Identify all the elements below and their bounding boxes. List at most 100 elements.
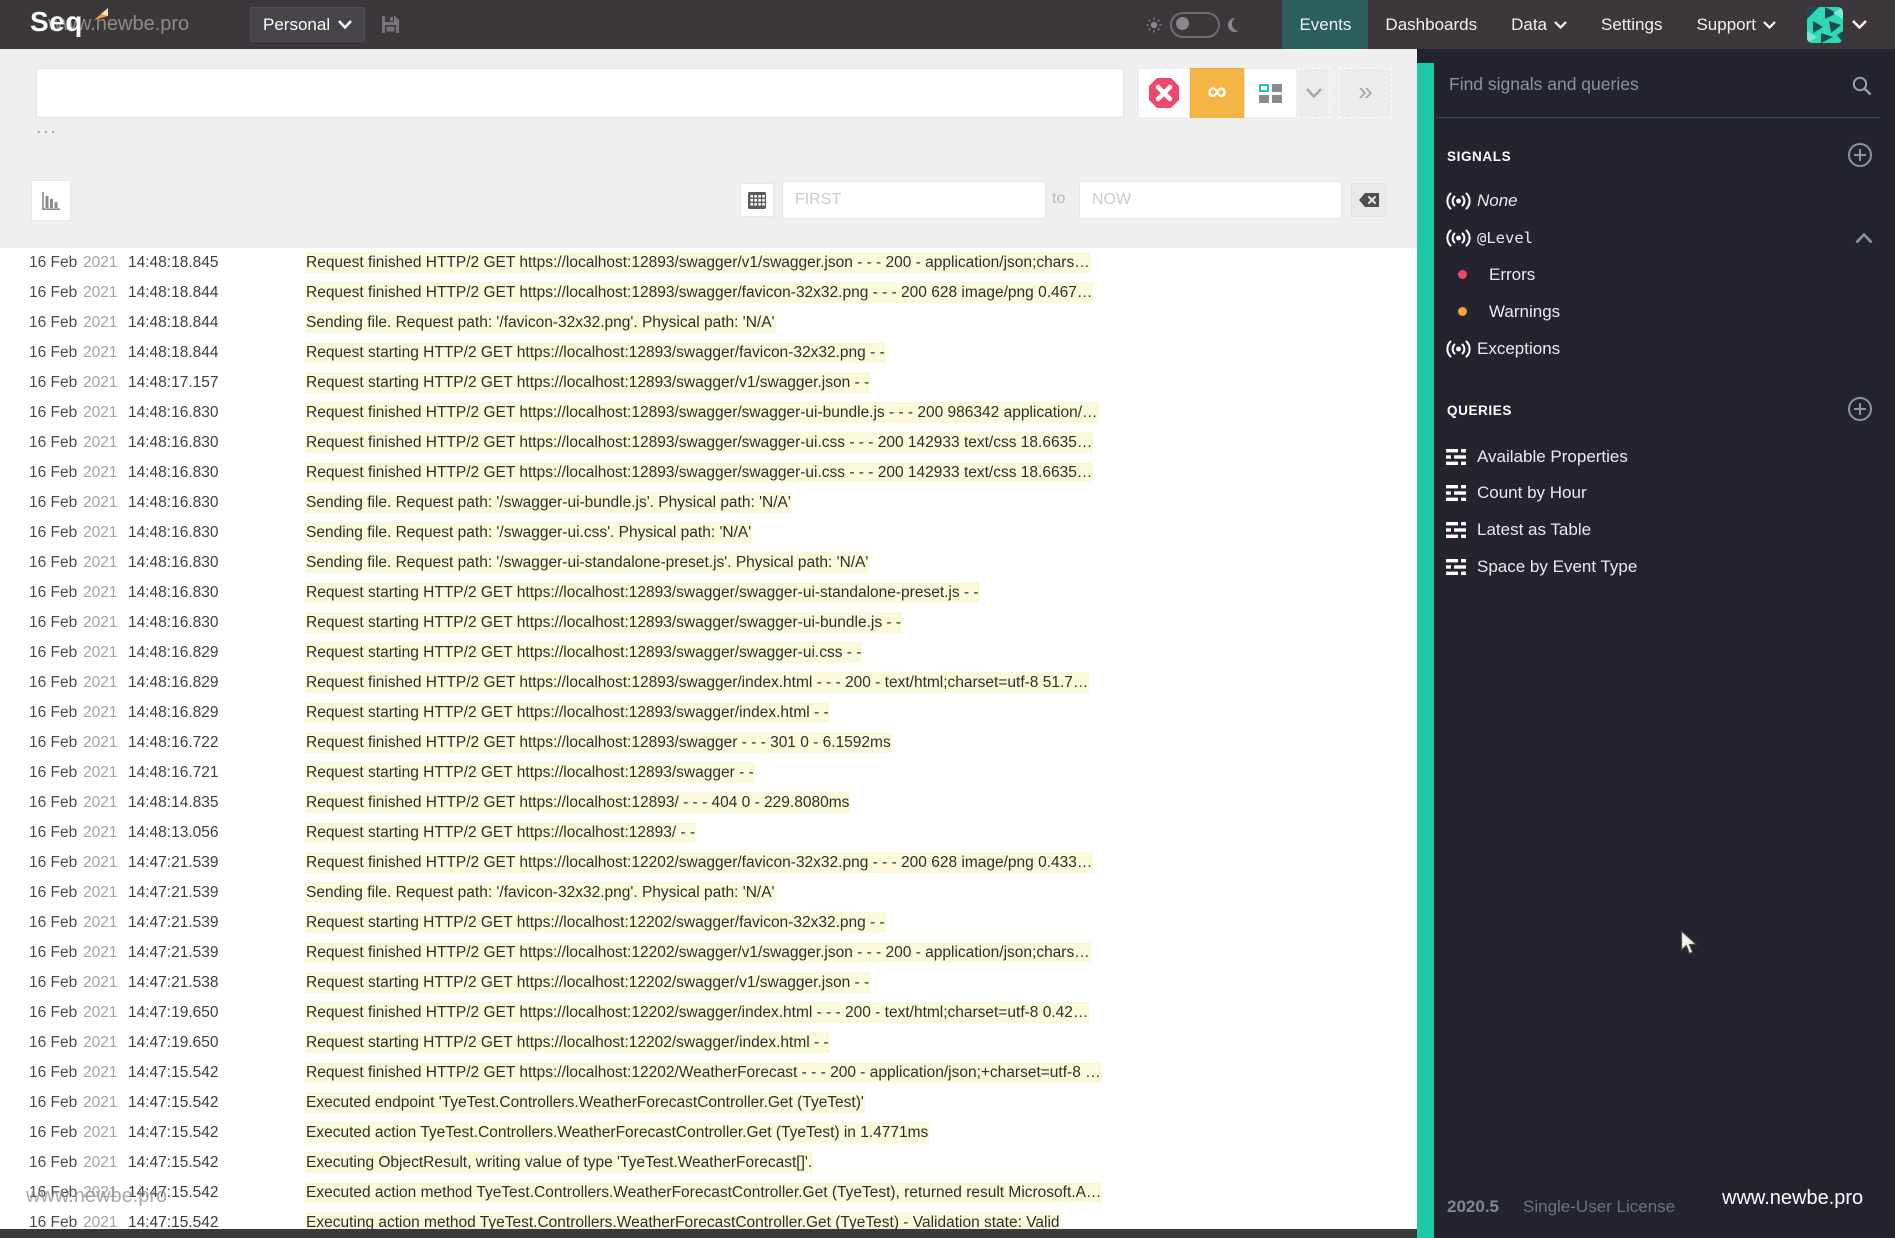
log-event-row[interactable]: 16 Feb 2021 14:47:15.542 Executing Objec… — [0, 1148, 1417, 1178]
signal-item-warnings[interactable]: Warnings — [1417, 293, 1895, 330]
query-item-latest-as-table[interactable]: Latest as Table — [1417, 511, 1895, 548]
chevron-down-icon — [1763, 20, 1776, 29]
log-event-row[interactable]: 16 Feb 2021 14:48:13.056 Request startin… — [0, 818, 1417, 848]
event-year: 2021 — [83, 1004, 118, 1021]
event-year: 2021 — [83, 794, 118, 811]
go-forward-button[interactable]: » — [1339, 68, 1392, 118]
query-item-space-by-event-type[interactable]: Space by Event Type — [1417, 548, 1895, 585]
event-date: 16 Feb — [29, 404, 78, 421]
range-from-input[interactable] — [782, 181, 1046, 219]
event-year: 2021 — [83, 254, 118, 271]
log-event-row[interactable]: 16 Feb 2021 14:48:16.830 Sending file. R… — [0, 548, 1417, 578]
event-list: 16 Feb 2021 14:48:18.845 Request finishe… — [0, 248, 1417, 1238]
search-icon — [1851, 75, 1873, 102]
expand-ellipsis[interactable]: ... — [36, 117, 58, 139]
top-bar: www.newbe.pro Seq Personal Events Dashbo… — [0, 0, 1895, 49]
avatar — [1807, 6, 1843, 43]
signal-item-errors[interactable]: Errors — [1417, 256, 1895, 293]
query-item-available-properties[interactable]: Available Properties — [1417, 438, 1895, 475]
log-event-row[interactable]: 16 Feb 2021 14:47:21.538 Request startin… — [0, 968, 1417, 998]
log-event-row[interactable]: 16 Feb 2021 14:47:21.539 Request finishe… — [0, 938, 1417, 968]
add-signal-button[interactable] — [1847, 142, 1873, 173]
log-event-row[interactable]: 16 Feb 2021 14:48:16.830 Sending file. R… — [0, 488, 1417, 518]
log-event-row[interactable]: 16 Feb 2021 14:48:18.844 Request finishe… — [0, 278, 1417, 308]
event-message: Request finished HTTP/2 GET https://loca… — [305, 1062, 1102, 1083]
log-event-row[interactable]: 16 Feb 2021 14:47:19.650 Request finishe… — [0, 998, 1417, 1028]
search-actions: ∞ » — [1138, 68, 1392, 118]
range-to-input[interactable] — [1079, 181, 1342, 219]
event-time: 14:48:13.056 — [128, 824, 219, 841]
user-menu[interactable] — [1807, 6, 1867, 43]
log-event-row[interactable]: 16 Feb 2021 14:47:15.542 Request finishe… — [0, 1058, 1417, 1088]
event-date: 16 Feb — [29, 374, 78, 391]
log-event-row[interactable]: 16 Feb 2021 14:48:16.830 Request finishe… — [0, 398, 1417, 428]
signal-item-exceptions[interactable]: Exceptions — [1417, 330, 1895, 367]
log-event-row[interactable]: 16 Feb 2021 14:48:16.830 Request startin… — [0, 608, 1417, 638]
histogram-toggle-button[interactable] — [31, 180, 71, 221]
log-event-row[interactable]: 16 Feb 2021 14:47:15.542 Executed action… — [0, 1118, 1417, 1148]
warning-level-dot — [1458, 307, 1467, 316]
log-event-row[interactable]: 16 Feb 2021 14:48:14.835 Request finishe… — [0, 788, 1417, 818]
event-message: Request starting HTTP/2 GET https://loca… — [305, 912, 886, 933]
log-event-row[interactable]: 16 Feb 2021 14:48:16.830 Sending file. R… — [0, 518, 1417, 548]
query-item-count-by-hour[interactable]: Count by Hour — [1417, 474, 1895, 511]
event-date: 16 Feb — [29, 944, 78, 961]
event-message: Request finished HTTP/2 GET https://loca… — [305, 432, 1094, 453]
log-event-row[interactable]: 16 Feb 2021 14:48:16.721 Request startin… — [0, 758, 1417, 788]
tail-button[interactable]: ∞ — [1190, 68, 1244, 118]
nav-events[interactable]: Events — [1282, 0, 1369, 49]
double-chevron-right-icon: » — [1358, 76, 1373, 106]
event-message: Sending file. Request path: '/favicon-32… — [305, 312, 776, 333]
calendar-button[interactable] — [740, 183, 774, 217]
log-event-row[interactable]: 16 Feb 2021 14:48:16.829 Request startin… — [0, 698, 1417, 728]
log-event-row[interactable]: 16 Feb 2021 14:48:17.157 Request startin… — [0, 368, 1417, 398]
bar-chart-icon — [42, 191, 60, 210]
chevron-down-icon — [1554, 20, 1567, 29]
log-event-row[interactable]: 16 Feb 2021 14:48:16.829 Request finishe… — [0, 668, 1417, 698]
nav-settings[interactable]: Settings — [1584, 0, 1679, 49]
save-button[interactable] — [381, 15, 400, 34]
stop-button[interactable] — [1138, 68, 1190, 118]
event-date: 16 Feb — [29, 524, 78, 541]
view-options-dropdown[interactable] — [1297, 68, 1330, 118]
event-year: 2021 — [83, 974, 118, 991]
nav-dashboards[interactable]: Dashboards — [1368, 0, 1494, 49]
signals-sidebar: SIGNALS None @Level Errors Warnings Exce… — [1417, 49, 1895, 1238]
event-year: 2021 — [83, 374, 118, 391]
log-event-row[interactable]: 16 Feb 2021 14:48:18.844 Sending file. R… — [0, 308, 1417, 338]
event-message: Request starting HTTP/2 GET https://loca… — [305, 372, 871, 393]
log-event-row[interactable]: 16 Feb 2021 14:48:16.829 Request startin… — [0, 638, 1417, 668]
signal-item-none[interactable]: None — [1417, 182, 1895, 219]
log-event-row[interactable]: 16 Feb 2021 14:47:15.542 Executed endpoi… — [0, 1088, 1417, 1118]
log-event-row[interactable]: 16 Feb 2021 14:47:21.539 Request finishe… — [0, 848, 1417, 878]
log-event-row[interactable]: 16 Feb 2021 14:48:16.830 Request finishe… — [0, 428, 1417, 458]
log-event-row[interactable]: 16 Feb 2021 14:48:16.830 Request startin… — [0, 578, 1417, 608]
log-event-row[interactable]: 16 Feb 2021 14:48:16.830 Request finishe… — [0, 458, 1417, 488]
event-year: 2021 — [83, 824, 118, 841]
event-time: 14:47:21.539 — [128, 914, 219, 931]
filter-expression-input[interactable] — [36, 68, 1124, 118]
log-event-row[interactable]: 16 Feb 2021 14:47:19.650 Request startin… — [0, 1028, 1417, 1058]
clear-range-button[interactable] — [1351, 183, 1386, 217]
signal-search-input[interactable] — [1447, 73, 1841, 96]
log-event-row[interactable]: 16 Feb 2021 14:47:21.539 Request startin… — [0, 908, 1417, 938]
log-event-row[interactable]: 16 Feb 2021 14:47:15.542 Executed action… — [0, 1178, 1417, 1208]
log-event-row[interactable]: 16 Feb 2021 14:48:16.722 Request finishe… — [0, 728, 1417, 758]
signal-icon — [1445, 229, 1477, 247]
theme-toggle[interactable] — [1170, 11, 1221, 38]
event-date: 16 Feb — [29, 284, 78, 301]
signal-item-level[interactable]: @Level — [1417, 219, 1895, 256]
seq-logo-flame-icon — [92, 6, 112, 29]
log-event-row[interactable]: 16 Feb 2021 14:48:18.845 Request finishe… — [0, 248, 1417, 278]
nav-support[interactable]: Support — [1679, 0, 1793, 49]
log-event-row[interactable]: 16 Feb 2021 14:48:18.844 Request startin… — [0, 338, 1417, 368]
logo-area[interactable]: www.newbe.pro Seq — [30, 0, 189, 49]
log-event-row[interactable]: 16 Feb 2021 14:47:21.539 Sending file. R… — [0, 878, 1417, 908]
workspace-selector[interactable]: Personal — [250, 7, 366, 42]
add-query-button[interactable] — [1847, 396, 1873, 427]
nav-data[interactable]: Data — [1494, 0, 1584, 49]
event-message: Sending file. Request path: '/swagger-ui… — [305, 522, 753, 543]
collapse-chevron-up-icon[interactable] — [1855, 229, 1873, 249]
layout-grid-button[interactable] — [1244, 68, 1297, 118]
chevron-down-icon — [1305, 88, 1322, 98]
